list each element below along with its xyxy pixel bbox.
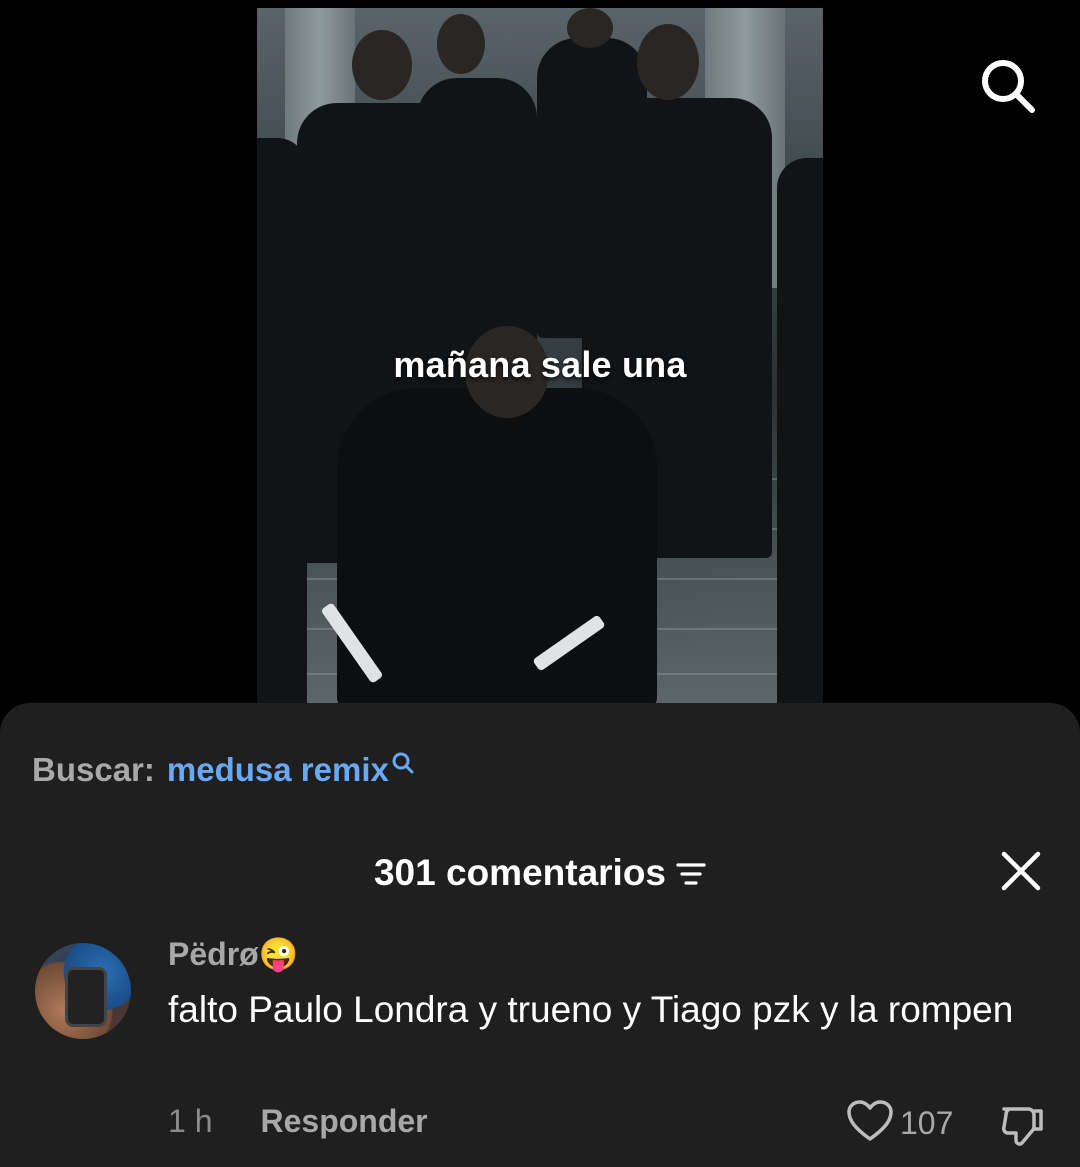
like-button[interactable]: 107	[846, 1099, 953, 1148]
person-head	[637, 24, 699, 100]
person-figure	[257, 138, 307, 708]
search-icon[interactable]	[978, 56, 1038, 116]
reply-button[interactable]: Responder	[260, 1103, 427, 1140]
close-icon[interactable]	[1000, 850, 1042, 892]
comment-meta: 1 h Responder	[168, 1103, 428, 1140]
avatar[interactable]	[35, 943, 131, 1039]
video-caption: mañana sale una	[393, 344, 687, 385]
search-icon[interactable]	[391, 747, 415, 785]
heart-icon	[846, 1099, 894, 1148]
person-head	[352, 30, 412, 100]
person-head	[437, 14, 485, 74]
search-suggestion-label: Buscar:	[32, 751, 155, 788]
comments-sheet: Buscar: medusa remix 301 comentarios Pëd…	[0, 703, 1080, 1167]
comments-count: 301 comentarios	[373, 852, 667, 893]
video-player[interactable]: mañana sale una	[257, 8, 823, 708]
comments-header: 301 comentarios	[0, 851, 1080, 895]
person-head	[567, 8, 613, 48]
sort-icon[interactable]	[676, 861, 706, 892]
avatar-phone-shape	[65, 967, 107, 1027]
winking-tongue-emoji: 😜	[258, 936, 299, 972]
comment-username[interactable]: Pëdrø😜	[168, 935, 299, 973]
person-figure	[777, 158, 823, 708]
search-suggestion[interactable]: Buscar: medusa remix	[32, 751, 415, 789]
thumbs-down-icon[interactable]	[998, 1103, 1046, 1152]
like-count: 107	[900, 1105, 954, 1141]
seated-person	[337, 388, 657, 708]
comment-time: 1 h	[168, 1103, 213, 1139]
search-suggestion-query[interactable]: medusa remix	[167, 751, 389, 789]
username-text: Pëdrø	[168, 936, 259, 972]
comment-text: falto Paulo Londra y trueno y Tiago pzk …	[168, 989, 1014, 1030]
